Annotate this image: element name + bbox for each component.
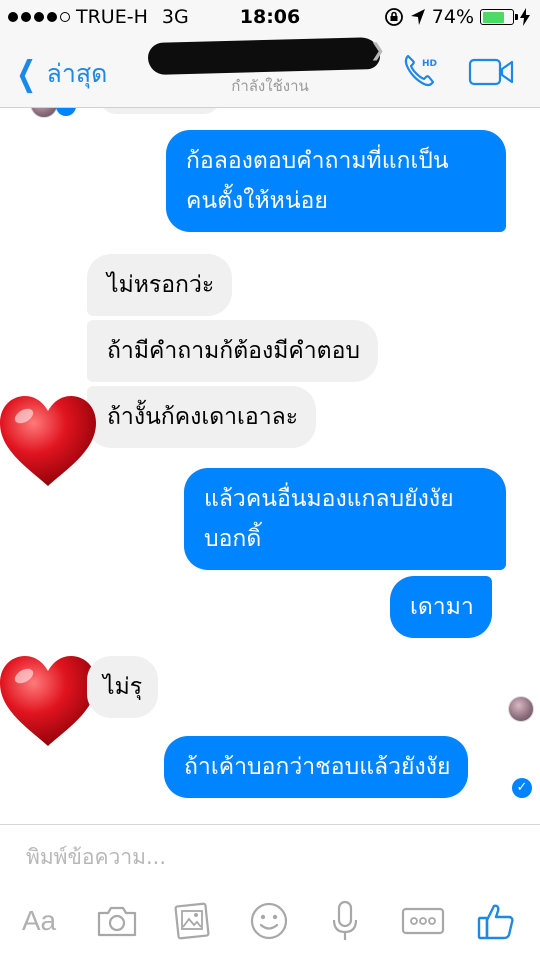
smiley-icon — [250, 902, 288, 940]
message-bubble-outgoing[interactable]: เดามา — [390, 576, 492, 638]
thumbs-up-icon — [477, 904, 514, 940]
status-right: 74% — [384, 6, 530, 28]
active-status: กำลังใช้งาน — [231, 77, 309, 95]
seen-check-icon-partial: ✓ — [56, 108, 76, 116]
message-bubble-outgoing[interactable]: ถ้าเค้าบอกว่าชอบแล้วยังงัย — [164, 736, 469, 798]
battery-icon — [480, 9, 518, 25]
carrier-info: TRUE-H 3G — [8, 6, 189, 28]
message-bubble-outgoing[interactable]: ก้อลองตอบคำถามที่แกเป็น คนตั้งให้หน่อย — [166, 130, 506, 232]
contact-name-redacted[interactable] — [147, 36, 381, 76]
read-receipt-avatar — [508, 696, 534, 722]
camera-icon — [97, 906, 137, 937]
more-button[interactable] — [400, 897, 446, 945]
battery-percent: 74% — [431, 6, 474, 28]
more-icon — [401, 907, 445, 935]
previous-bubble-partial — [100, 108, 220, 114]
message-bubble-incoming[interactable]: ไม่รุ — [87, 656, 159, 718]
call-hd-button[interactable]: HD — [400, 50, 440, 90]
gallery-icon — [174, 902, 210, 940]
message-bubble-incoming[interactable]: ไม่หรอกว่ะ — [87, 254, 233, 316]
message-bubble-incoming[interactable]: ถ้ามีคำถามก้ต้องมีคำตอบ — [87, 320, 379, 382]
text-style-button[interactable]: Aa — [14, 897, 64, 945]
contact-avatar-partial — [30, 108, 58, 118]
location-arrow-icon — [410, 9, 425, 25]
message-bubble-incoming[interactable]: ถ้างั้นก้คงเดาเอาละ — [87, 386, 317, 448]
signal-strength-icon — [8, 12, 70, 22]
rotation-lock-icon — [384, 8, 403, 26]
microphone-icon — [332, 900, 358, 940]
conversation-header: ❮ ล่าสุด ❯ กำลังใช้งาน HD — [0, 34, 540, 108]
call-hd-icon: HD — [404, 54, 437, 87]
sticker-button[interactable] — [248, 897, 290, 945]
heart-sticker — [0, 656, 96, 746]
aa-label: Aa — [21, 905, 57, 936]
composer: Aa — [0, 824, 540, 960]
network-type: 3G — [161, 6, 189, 28]
carrier-name: TRUE-H — [76, 6, 148, 28]
message-bubble-outgoing[interactable]: แล้วคนอื่นมองแกลบยังงัย บอกดิ้ — [184, 468, 506, 570]
message-thread[interactable]: ✓ ก้อลองตอบคำถามที่แกเป็น คนตั้งให้หน่อย… — [0, 108, 540, 824]
charging-icon — [520, 8, 530, 26]
status-bar: TRUE-H 3G 18:06 74% — [0, 0, 540, 34]
voice-button[interactable] — [330, 897, 360, 945]
camera-button[interactable] — [94, 897, 140, 945]
chevron-right-icon: ❯ — [370, 40, 386, 61]
like-button[interactable] — [474, 897, 518, 945]
video-camera-icon — [468, 58, 514, 86]
composer-toolbar: Aa — [0, 897, 540, 953]
battery-level — [482, 11, 504, 23]
message-input[interactable] — [26, 845, 506, 869]
gallery-button[interactable] — [172, 897, 212, 945]
svg-text:HD: HD — [422, 59, 437, 69]
heart-sticker — [0, 396, 96, 486]
video-call-button[interactable] — [468, 56, 516, 88]
seen-check-icon: ✓ — [512, 778, 532, 798]
